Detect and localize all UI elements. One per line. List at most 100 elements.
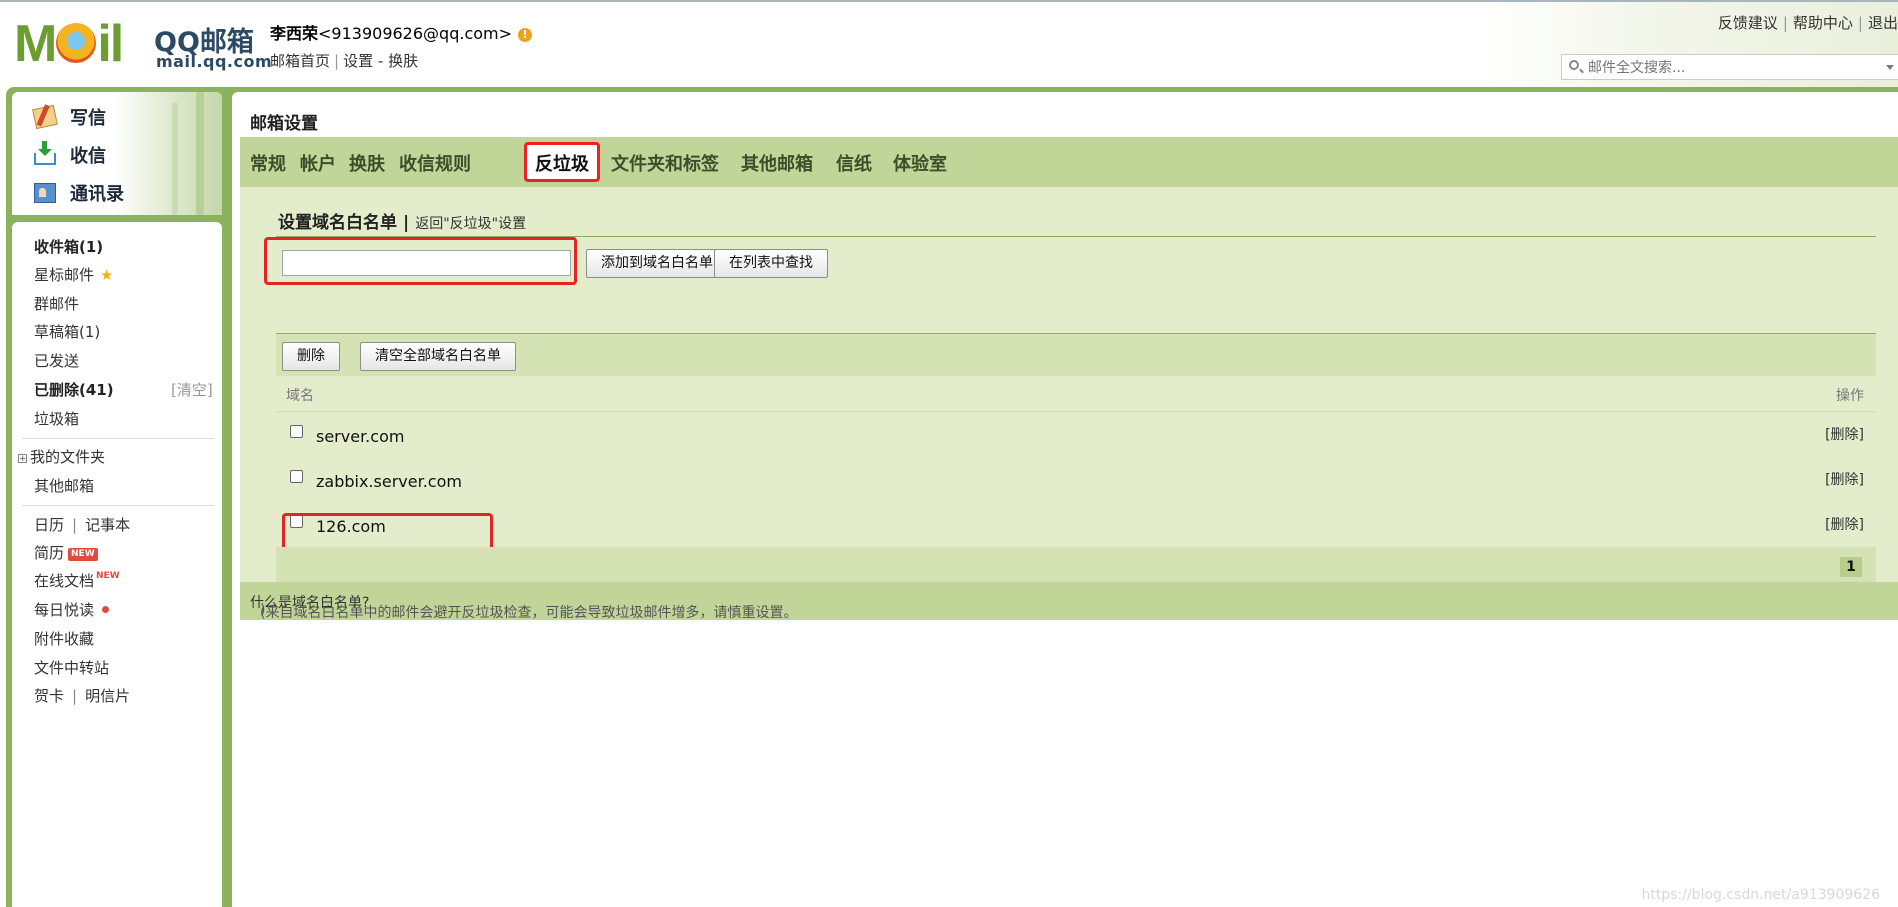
tab-receive-rules[interactable]: 收信规则 [399,150,471,176]
tab-folders-labels[interactable]: 文件夹和标签 [611,150,719,176]
delete-selected-button[interactable]: 删除 [282,342,340,371]
cards-row: 贺卡 | 明信片 [34,687,131,705]
file-transfer-link[interactable]: 文件中转站 [34,657,109,678]
other-mailboxes-link[interactable]: 其他邮箱 [34,475,94,496]
unread-dot-icon [102,606,110,613]
separator: | [334,52,340,70]
tab-anti-spam[interactable]: 反垃圾 [524,142,600,182]
resume-label: 简历 [34,544,65,562]
logout-link[interactable]: 退出 [1868,14,1898,32]
receive-button[interactable]: 收信 [34,140,106,170]
add-to-whitelist-button[interactable]: 添加到域名白名单 [586,249,728,278]
user-info: 李西荣<913909626@qq.com>! 邮箱首页 | 设置 - 换肤 [270,20,533,71]
page-title: 邮箱设置 [250,114,318,134]
top-right-links: 反馈建议 | 帮助中心 | 退出 [1717,14,1898,32]
folder-drafts[interactable]: 草稿箱(1) [34,321,100,342]
qq-mail-logo[interactable]: Mil QQ邮箱 mail.qq.com [14,15,272,73]
tab-account[interactable]: 帐户 [300,150,336,176]
daily-read-label: 每日悦读 [34,601,95,619]
bamboo-decoration [112,92,222,215]
compose-label: 写信 [70,108,106,129]
whitelist-row: zabbix.server.com [删除] [276,457,1876,503]
search-input[interactable] [1586,57,1870,79]
tab-lab[interactable]: 体验室 [893,150,947,176]
clear-all-whitelist-button[interactable]: 清空全部域名白名单 [360,342,516,371]
contacts-icon [34,183,56,203]
daily-read-link[interactable]: 每日悦读 [34,599,110,620]
tab-skin[interactable]: 换肤 [349,150,385,176]
folder-starred[interactable]: 星标邮件 ★ [34,264,113,285]
logo-domain: mail.qq.com [156,52,273,71]
folder-junk[interactable]: 垃圾箱 [34,408,79,429]
footer-note-text: (来自域名白名单中的邮件会避开反垃圾检查，可能会导致垃圾邮件增多，请慎重设置。 [260,605,798,621]
my-folders-toggle[interactable]: + 我的文件夹 [18,446,105,467]
postcard-link[interactable]: 明信片 [85,687,130,705]
column-domain: 域名 [286,388,314,404]
settings-link[interactable]: 设置 [343,52,373,70]
sidebar-divider [22,505,214,506]
column-action: 操作 [1836,388,1864,404]
row-checkbox[interactable] [290,425,303,438]
mailbox-home-link[interactable]: 邮箱首页 [270,52,330,70]
whitelist-row: 126.com [删除] [276,502,1876,548]
user-name: 李西荣 [270,24,319,43]
expand-plus-icon: + [18,454,27,464]
search-icon [1569,60,1579,70]
greeting-card-link[interactable]: 贺卡 [34,687,64,705]
search-dropdown-icon[interactable] [1886,65,1894,70]
link-dash: - [377,52,384,70]
tab-stationery[interactable]: 信纸 [836,150,872,176]
star-icon: ★ [100,266,114,284]
notebook-link[interactable]: 记事本 [85,516,130,534]
folder-starred-label: 星标邮件 [34,266,95,284]
contacts-button[interactable]: 通讯录 [34,178,124,208]
help-center-link[interactable]: 帮助中心 [1793,14,1853,32]
attachment-collection-link[interactable]: 附件收藏 [34,628,94,649]
sidebar-divider [22,438,214,439]
top-header: Mil QQ邮箱 mail.qq.com 李西荣<913909626@qq.co… [0,0,1898,90]
calendar-notebook-row: 日历 | 记事本 [34,516,131,534]
empty-trash-link[interactable]: [清空] [171,379,213,400]
change-skin-link[interactable]: 换肤 [388,52,418,70]
row-delete-link[interactable]: [删除] [1825,424,1864,444]
logo-mail-text: Mil [14,15,124,73]
logo-o-icon [56,23,97,63]
quick-actions-panel: 写信 收信 通讯录 [12,92,222,215]
compose-icon [32,104,58,130]
folder-group-mail[interactable]: 群邮件 [34,293,79,314]
row-delete-link[interactable]: [删除] [1825,514,1864,534]
folder-inbox[interactable]: 收件箱(1) [34,236,103,257]
contacts-label: 通讯录 [70,184,124,205]
warning-icon[interactable]: ! [518,28,533,42]
footer-close-paren: ) [260,602,266,618]
compose-button[interactable]: 写信 [32,102,106,132]
resume-link[interactable]: 简历 NEW [34,542,98,563]
tab-other-mailboxes[interactable]: 其他邮箱 [741,150,813,176]
folder-sent[interactable]: 已发送 [34,350,79,371]
folder-list: 收件箱(1) 星标邮件 ★ 群邮件 草稿箱(1) 已发送 已删除(41) [清空]… [12,222,222,907]
online-docs-link[interactable]: 在线文档 NEW [34,570,120,591]
user-email: <913909626@qq.com> [318,24,513,43]
online-docs-label: 在线文档 [34,572,95,590]
domain-input[interactable] [282,250,571,276]
folder-deleted[interactable]: 已删除(41) [34,381,114,399]
row-checkbox[interactable] [290,470,303,483]
calendar-link[interactable]: 日历 [34,516,64,534]
feedback-link[interactable]: 反馈建议 [1718,14,1778,32]
inbox-download-icon [34,141,56,165]
left-sidebar: 写信 收信 通讯录 收件箱(1) 星标邮件 ★ 群邮件 草稿箱(1) 已发送 已删… [12,92,222,907]
mail-search-box[interactable] [1561,54,1898,80]
new-badge: NEW [68,548,98,561]
row-delete-link[interactable]: [删除] [1825,469,1864,489]
settings-tabs: 常规 帐户 换肤 收信规则 反垃圾 文件夹和标签 其他邮箱 信纸 体验室 [240,137,1898,187]
current-page[interactable]: 1 [1840,557,1862,577]
whitelist-content: 设置域名白名单 | 返回"反垃圾"设置 添加到域名白名单 在列表中查找 删除 清空全… [240,187,1898,587]
pagination-bar: 1 [276,547,1876,587]
tab-general[interactable]: 常规 [250,150,286,176]
back-to-antispam-link[interactable]: 返回"反垃圾"设置 [415,216,526,232]
csdn-watermark: https://blog.csdn.net/a913909626 [1641,887,1881,903]
whitelist-footer-note: (来自域名白名单中的邮件会避开反垃圾检查，可能会导致垃圾邮件增多，请慎重设置。什… [240,582,1898,621]
whitelist-row: server.com [删除] [276,412,1876,458]
find-in-list-button[interactable]: 在列表中查找 [714,249,828,278]
settings-main-panel: 邮箱设置 常规 帐户 换肤 收信规则 反垃圾 文件夹和标签 其他邮箱 信纸 体验… [232,92,1898,907]
